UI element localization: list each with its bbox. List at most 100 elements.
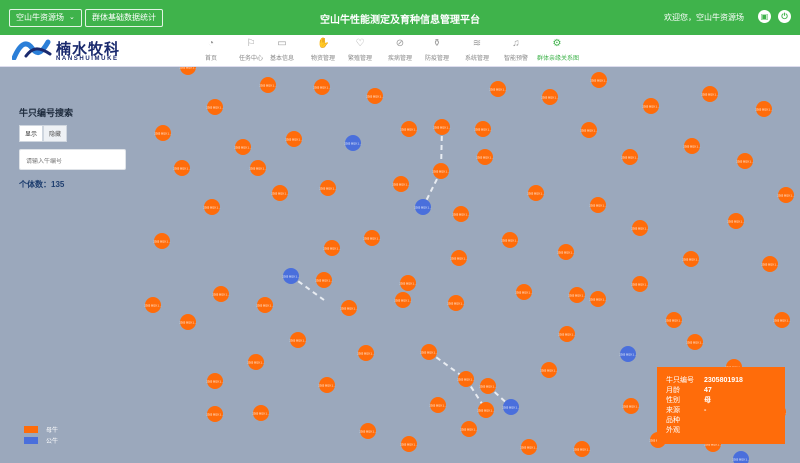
cow-node-female[interactable]: 2305 8019 1… <box>479 378 497 394</box>
cow-node-female[interactable]: 2305 8019 1… <box>686 334 704 350</box>
cow-node-female[interactable]: 2305 8019 1… <box>573 441 591 457</box>
cow-node-female[interactable]: 2305 8019 1… <box>179 67 197 75</box>
cow-node-female[interactable]: 2305 8019 1… <box>318 377 336 393</box>
cow-node-male[interactable]: 2305 8019 1… <box>732 451 750 463</box>
cow-node-female[interactable]: 2305 8019 1… <box>173 160 191 176</box>
nav-item-6[interactable]: ⊘ 疾病管理 <box>380 37 420 62</box>
cow-node-female[interactable]: 2305 8019 1… <box>234 139 252 155</box>
cow-node-female[interactable]: 2305 8019 1… <box>154 125 172 141</box>
cow-node-female[interactable]: 2305 8019 1… <box>247 354 265 370</box>
cow-node-female[interactable]: 2305 8019 1… <box>457 371 475 387</box>
nav-item-5[interactable]: ♡ 繁殖管理 <box>340 37 380 62</box>
cow-node-female[interactable]: 2305 8019 1… <box>400 121 418 137</box>
cow-node-male[interactable]: 2305 8019 1… <box>619 346 637 362</box>
cow-node-female[interactable]: 2305 8019 1… <box>206 406 224 422</box>
nav-item-10[interactable]: ⚙ 群体亲缘关系图 <box>537 37 579 62</box>
cow-node-female[interactable]: 2305 8019 1… <box>432 163 450 179</box>
cow-node-female[interactable]: 2305 8019 1… <box>631 276 649 292</box>
cow-node-female[interactable]: 2305 8019 1… <box>777 187 795 203</box>
cow-node-female[interactable]: 2305 8019 1… <box>289 332 307 348</box>
cow-node-female[interactable]: 2305 8019 1… <box>540 362 558 378</box>
cow-node-female[interactable]: 2305 8019 1… <box>144 297 162 313</box>
cow-node-female[interactable]: 2305 8019 1… <box>589 291 607 307</box>
nav-item-8[interactable]: ≋ 系统管理 <box>457 37 497 62</box>
cow-node-male[interactable]: 2305 8019 1… <box>282 268 300 284</box>
cattle-search-input[interactable] <box>24 158 124 166</box>
cow-node-female[interactable]: 2305 8019 1… <box>589 197 607 213</box>
cow-node-female[interactable]: 2305 8019 1… <box>256 297 274 313</box>
cow-node-female[interactable]: 2305 8019 1… <box>622 398 640 414</box>
cow-node-female[interactable]: 2305 8019 1… <box>315 272 333 288</box>
nav-item-1[interactable]: ◔ 首页 <box>191 37 231 62</box>
cow-node-female[interactable]: 2305 8019 1… <box>392 176 410 192</box>
cow-node-female[interactable]: 2305 8019 1… <box>665 312 683 328</box>
cow-node-female[interactable]: 2305 8019 1… <box>501 232 519 248</box>
cow-node-male[interactable]: 2305 8019 1… <box>414 199 432 215</box>
cow-node-female[interactable]: 2305 8019 1… <box>761 256 779 272</box>
cow-node-female[interactable]: 2305 8019 1… <box>259 77 277 93</box>
cow-node-female[interactable]: 2305 8019 1… <box>319 180 337 196</box>
power-icon[interactable]: ⏻ <box>778 10 791 23</box>
cow-node-female[interactable]: 2305 8019 1… <box>429 397 447 413</box>
cow-node-female[interactable]: 2305 8019 1… <box>203 199 221 215</box>
nav-item-7[interactable]: ⚱ 防疫管理 <box>417 37 457 62</box>
cow-node-female[interactable]: 2305 8019 1… <box>460 421 478 437</box>
cow-node-female[interactable]: 2305 8019 1… <box>558 326 576 342</box>
cow-node-female[interactable]: 2305 8019 1… <box>359 423 377 439</box>
cow-node-female[interactable]: 2305 8019 1… <box>357 345 375 361</box>
cow-node-female[interactable]: 2305 8019 1… <box>682 251 700 267</box>
cow-node-female[interactable]: 2305 8019 1… <box>153 233 171 249</box>
cow-node-male[interactable]: 2305 8019 1… <box>502 399 520 415</box>
cow-node-female[interactable]: 2305 8019 1… <box>736 153 754 169</box>
cow-node-female[interactable]: 2305 8019 1… <box>433 119 451 135</box>
cow-node-female[interactable]: 2305 8019 1… <box>621 149 639 165</box>
cow-node-female[interactable]: 2305 8019 1… <box>631 220 649 236</box>
cow-node-female[interactable]: 2305 8019 1… <box>755 101 773 117</box>
cow-node-female[interactable]: 2305 8019 1… <box>727 213 745 229</box>
cow-node-female[interactable]: 2305 8019 1… <box>400 436 418 452</box>
cow-node-female[interactable]: 2305 8019 1… <box>313 79 331 95</box>
cow-node-female[interactable]: 2305 8019 1… <box>568 287 586 303</box>
cow-node-female[interactable]: 2305 8019 1… <box>420 344 438 360</box>
cow-node-female[interactable]: 2305 8019 1… <box>590 72 608 88</box>
cow-node-female[interactable]: 2305 8019 1… <box>701 86 719 102</box>
cow-node-female[interactable]: 2305 8019 1… <box>366 88 384 104</box>
cow-node-female[interactable]: 2305 8019 1… <box>527 185 545 201</box>
cow-node-female[interactable]: 2305 8019 1… <box>541 89 559 105</box>
cow-node-female[interactable]: 2305 8019 1… <box>450 250 468 266</box>
cow-node-female[interactable]: 2305 8019 1… <box>474 121 492 137</box>
nav-item-4[interactable]: ✋ 物资管理 <box>303 37 343 62</box>
cow-node-female[interactable]: 2305 8019 1… <box>642 98 660 114</box>
cow-node-female[interactable]: 2305 8019 1… <box>447 295 465 311</box>
cow-node-female[interactable]: 2305 8019 1… <box>452 206 470 222</box>
cow-node-female[interactable]: 2305 8019 1… <box>557 244 575 260</box>
cow-node-female[interactable]: 2305 8019 1… <box>683 138 701 154</box>
cow-node-female[interactable]: 2305 8019 1… <box>252 405 270 421</box>
cow-node-female[interactable]: 2305 8019 1… <box>285 131 303 147</box>
cow-node-female[interactable]: 2305 8019 1… <box>580 122 598 138</box>
cow-node-female[interactable]: 2305 8019 1… <box>399 275 417 291</box>
tab-hide[interactable]: 隐藏 <box>43 125 68 142</box>
cow-node-female[interactable]: 2305 8019 1… <box>489 81 507 97</box>
legend-male[interactable]: 公牛 <box>24 436 58 445</box>
cow-node-female[interactable]: 2305 8019 1… <box>773 312 791 328</box>
cow-node-female[interactable]: 2305 8019 1… <box>271 185 289 201</box>
cow-node-female[interactable]: 2305 8019 1… <box>212 286 230 302</box>
cow-node-female[interactable]: 2305 8019 1… <box>477 402 495 418</box>
cow-node-female[interactable]: 2305 8019 1… <box>323 240 341 256</box>
tab-show[interactable]: 显示 <box>19 125 44 142</box>
cow-node-female[interactable]: 2305 8019 1… <box>520 439 538 455</box>
legend-female[interactable]: 母牛 <box>24 425 58 434</box>
cow-node-female[interactable]: 2305 8019 1… <box>206 99 224 115</box>
cow-node-female[interactable]: 2305 8019 1… <box>340 300 358 316</box>
lock-icon[interactable]: ▣ <box>758 10 771 23</box>
nav-item-9[interactable]: ♫ 智能预警 <box>496 37 536 62</box>
cow-node-female[interactable]: 2305 8019 1… <box>363 230 381 246</box>
cow-node-female[interactable]: 2305 8019 1… <box>206 373 224 389</box>
cow-node-female[interactable]: 2305 8019 1… <box>515 284 533 300</box>
cow-node-female[interactable]: 2305 8019 1… <box>394 292 412 308</box>
cow-node-female[interactable]: 2305 8019 1… <box>476 149 494 165</box>
cow-node-female[interactable]: 2305 8019 1… <box>179 314 197 330</box>
cow-node-female[interactable]: 2305 8019 1… <box>249 160 267 176</box>
cow-node-male[interactable]: 2305 8019 1… <box>344 135 362 151</box>
